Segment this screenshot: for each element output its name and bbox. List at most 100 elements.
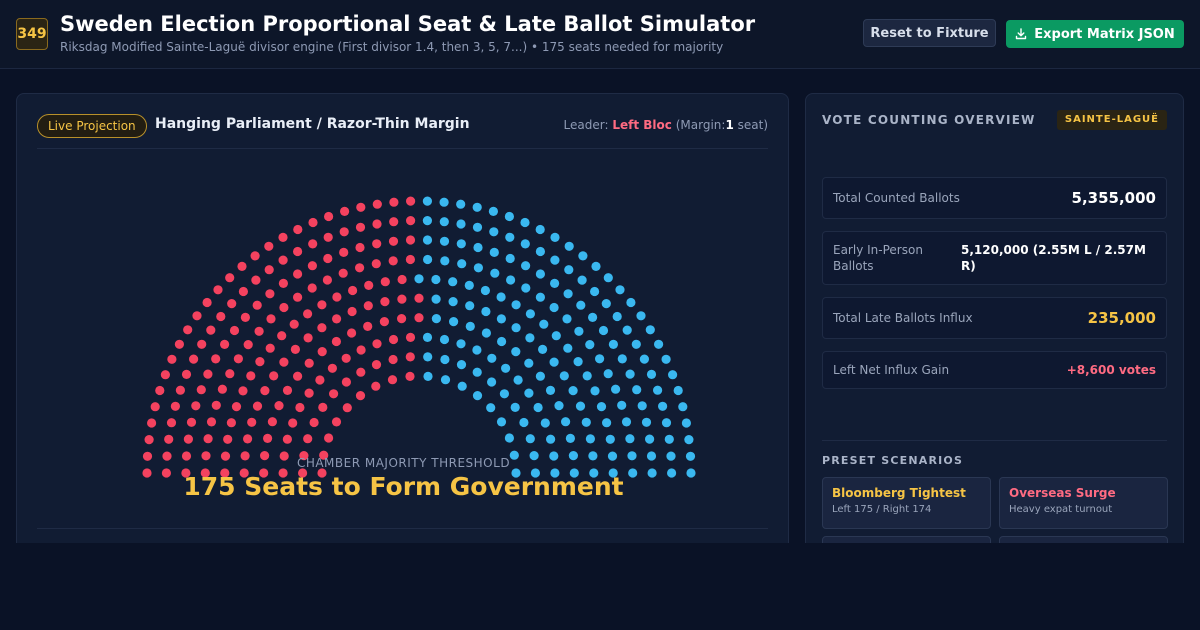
stat-total-counted: Total Counted Ballots 5,355,000 — [822, 177, 1167, 219]
seat-right-bloc — [595, 354, 605, 364]
seat-left-bloc — [274, 401, 284, 411]
seat-right-bloc — [465, 301, 475, 311]
seat-left-bloc — [252, 300, 262, 310]
seat-right-bloc — [549, 302, 559, 313]
seat-right-bloc — [533, 402, 543, 413]
seat-left-bloc — [304, 358, 314, 368]
seat-left-bloc — [387, 375, 398, 385]
seat-left-bloc — [267, 417, 277, 427]
seat-left-bloc — [318, 402, 328, 412]
seat-right-bloc — [568, 386, 578, 396]
seat-right-bloc — [631, 339, 641, 349]
seat-right-bloc — [472, 391, 483, 401]
seat-right-bloc — [449, 317, 459, 327]
seat-left-bloc — [278, 278, 288, 288]
seat-left-bloc — [191, 401, 201, 411]
seat-right-bloc — [423, 254, 433, 265]
viewport-bottom — [0, 543, 1200, 630]
seat-right-bloc — [504, 211, 514, 222]
seat-left-bloc — [220, 339, 230, 349]
seat-left-bloc — [293, 246, 303, 257]
stat-value: 235,000 — [1087, 309, 1156, 327]
seat-right-bloc — [608, 339, 619, 349]
seat-left-bloc — [293, 269, 303, 279]
seat-left-bloc — [347, 328, 357, 338]
seat-left-bloc — [363, 321, 373, 331]
preset-overseas-surge[interactable]: Overseas Surge Heavy expat turnout — [999, 477, 1168, 529]
seat-left-bloc — [175, 385, 185, 395]
seat-right-bloc — [505, 253, 515, 264]
seat-right-bloc — [574, 326, 584, 336]
seat-left-bloc — [227, 299, 237, 309]
seat-left-bloc — [217, 384, 227, 394]
seat-right-bloc — [590, 286, 600, 297]
seat-left-bloc — [347, 306, 357, 317]
seat-left-bloc — [238, 386, 248, 396]
seat-right-bloc — [486, 403, 496, 413]
stat-value: 5,120,000 (2.55M L / 2.57M R) — [961, 243, 1146, 273]
stat-value: 5,355,000 — [1071, 189, 1156, 207]
seat-left-bloc — [332, 292, 342, 302]
seat-left-bloc — [211, 400, 221, 410]
preset-name: Overseas Surge — [1009, 486, 1116, 500]
seat-left-bloc — [405, 332, 416, 342]
app-header: 349 Sweden Election Proportional Seat & … — [0, 0, 1200, 69]
seat-right-bloc — [561, 417, 571, 427]
reset-button[interactable]: Reset to Fixture — [863, 19, 996, 47]
seat-left-bloc — [397, 274, 407, 285]
seat-right-bloc — [621, 417, 632, 427]
seat-left-bloc — [348, 285, 358, 296]
seat-left-bloc — [364, 280, 374, 290]
seat-left-bloc — [255, 357, 265, 367]
seat-left-bloc — [264, 241, 274, 251]
seat-right-bloc — [539, 319, 549, 329]
seat-right-bloc — [535, 292, 546, 302]
seat-right-bloc — [603, 273, 613, 283]
seat-right-bloc — [602, 418, 612, 428]
seat-right-bloc — [563, 343, 573, 353]
seat-right-bloc — [637, 401, 647, 411]
preset-bloomberg-tightest[interactable]: Bloomberg Tightest Left 175 / Right 174 — [822, 477, 991, 529]
preset-title: PRESET SCENARIOS — [822, 454, 964, 467]
export-button[interactable]: Export Matrix JSON — [1006, 20, 1184, 48]
seat-left-bloc — [397, 294, 407, 304]
seat-left-bloc — [183, 325, 193, 335]
seat-right-bloc — [673, 385, 683, 396]
seat-left-bloc — [371, 360, 382, 370]
seat-right-bloc — [422, 332, 433, 342]
overview-title: VOTE COUNTING OVERVIEW — [822, 113, 1036, 127]
stat-late-ballots: Total Late Ballots Influx 235,000 — [822, 297, 1167, 339]
seat-left-bloc — [363, 301, 373, 311]
seat-left-bloc — [250, 251, 260, 261]
seat-right-bloc — [615, 285, 625, 295]
seat-right-bloc — [565, 433, 576, 443]
seat-right-bloc — [481, 306, 491, 317]
seat-left-bloc — [229, 325, 240, 336]
seat-left-bloc — [282, 434, 292, 444]
seat-left-bloc — [263, 433, 273, 443]
seat-left-bloc — [405, 254, 415, 265]
seat-left-bloc — [293, 224, 303, 235]
seat-left-bloc — [254, 326, 264, 336]
seat-left-bloc — [342, 403, 352, 413]
seat-right-bloc — [414, 274, 424, 284]
seat-right-bloc — [489, 247, 499, 257]
seat-left-bloc — [372, 219, 382, 229]
seat-left-bloc — [186, 417, 197, 427]
seat-left-bloc — [277, 331, 287, 341]
seat-left-bloc — [295, 402, 305, 413]
seat-left-bloc — [183, 434, 193, 444]
seat-right-bloc — [668, 370, 678, 380]
seat-right-bloc — [681, 418, 692, 428]
seat-left-bloc — [340, 206, 350, 216]
seat-right-bloc — [625, 434, 635, 444]
seat-left-bloc — [196, 385, 206, 395]
seat-left-bloc — [315, 375, 325, 385]
seat-right-bloc — [684, 435, 694, 445]
seat-left-bloc — [355, 263, 365, 273]
seat-left-bloc — [327, 363, 337, 373]
chamber-panel: Live Projection Hanging Parliament / Raz… — [16, 93, 789, 563]
seat-left-bloc — [388, 354, 398, 365]
seat-right-bloc — [588, 312, 598, 322]
seat-left-bloc — [243, 434, 253, 444]
